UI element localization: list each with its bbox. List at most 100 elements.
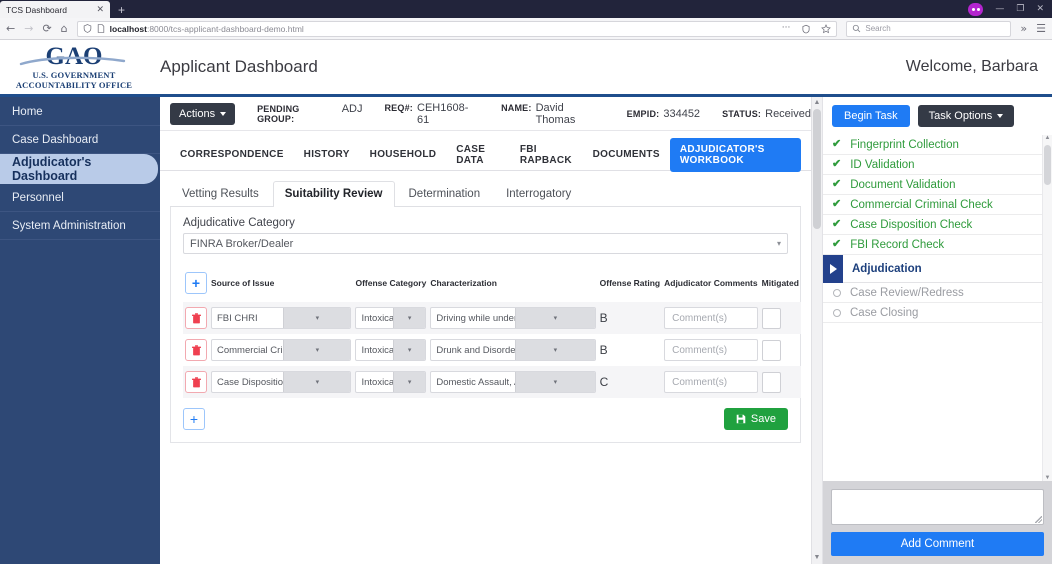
scrollbar-track[interactable] [812, 109, 822, 552]
reader-icon[interactable] [801, 24, 811, 34]
subtab-vetting-results[interactable]: Vetting Results [170, 181, 271, 206]
add-row-header: + [183, 268, 209, 302]
field-label: Pending Group: [257, 104, 300, 124]
adjudicator-comment-input[interactable]: Comment(s) [664, 307, 758, 329]
adjudicator-comment-input[interactable]: Comment(s) [664, 339, 758, 361]
scroll-up-icon[interactable]: ▲ [1043, 135, 1052, 141]
extension-mask-icon[interactable] [968, 2, 984, 16]
offense-category-select[interactable]: Intoxicants ▾ [355, 339, 427, 361]
task-item-document-validation[interactable]: ✔ Document Validation [823, 175, 1052, 195]
sidebar-item-home[interactable]: Home [0, 98, 160, 126]
check-icon: ✔ [832, 138, 842, 150]
circle-icon [833, 308, 841, 317]
delete-row-button[interactable] [185, 307, 207, 329]
source-of-issue-select[interactable]: Commercial Criminal Results ▾ [211, 339, 352, 361]
tab-case-data[interactable]: Case Data [446, 138, 510, 172]
window-controls: — ❐ ✕ [968, 0, 1052, 18]
scroll-down-icon[interactable]: ▼ [1043, 475, 1052, 481]
mitigated-checkbox[interactable] [761, 339, 781, 361]
circle-icon [833, 288, 841, 297]
scroll-up-icon[interactable]: ▲ [814, 97, 821, 109]
minimize-icon[interactable]: — [995, 4, 1004, 14]
delete-row-button[interactable] [185, 371, 207, 393]
mitigated-checkbox[interactable] [761, 371, 781, 393]
save-button[interactable]: Save [723, 408, 788, 430]
characterization-select[interactable]: Drunk and Disorderly ▾ [430, 339, 596, 361]
check-icon: ✔ [832, 198, 842, 210]
field-value: David Thomas [535, 101, 576, 126]
task-item-case-review-redress[interactable]: Case Review/Redress [823, 283, 1052, 303]
scrollbar-thumb[interactable] [813, 109, 821, 229]
row-delete-cell [183, 302, 209, 334]
more-icon[interactable]: ··· [782, 24, 791, 33]
delete-row-button[interactable] [185, 339, 207, 361]
bookmark-star-icon[interactable] [821, 23, 832, 34]
resize-handle[interactable] [1035, 516, 1042, 523]
browser-toolbar: ← → ⟳ ⌂ localhost:8000/tcs-applicant-das… [0, 18, 1052, 40]
tab-documents[interactable]: Documents [583, 143, 670, 166]
cell-characterization: Drunk and Disorderly ▾ [428, 334, 597, 366]
main-scrollbar[interactable]: ▲ ▼ [811, 97, 822, 564]
tab-history[interactable]: History [294, 143, 360, 166]
search-bar[interactable]: Search [846, 20, 1012, 37]
sidebar-item-case-dashboard[interactable]: Case Dashboard [0, 126, 160, 154]
offense-category-select[interactable]: Intoxicants ▾ [355, 371, 427, 393]
sidebar-item-personnel[interactable]: Personnel [0, 184, 160, 212]
scroll-down-icon[interactable]: ▼ [814, 552, 821, 564]
task-panel-scrollbar[interactable]: ▲ ▼ [1042, 135, 1052, 481]
subtab-suitability-review[interactable]: Suitability Review [272, 181, 395, 207]
close-window-icon[interactable]: ✕ [1036, 4, 1044, 14]
browser-tab[interactable]: TCS Dashboard ✕ [0, 1, 110, 18]
task-options-label: Task Options [928, 110, 993, 122]
actions-button[interactable]: Actions [170, 102, 236, 125]
source-of-issue-select[interactable]: Case Disposition Results ▾ [211, 371, 352, 393]
adjudicative-category-select[interactable]: FINRA Broker/Dealer ▾ [183, 233, 788, 254]
adjudicator-comment-input[interactable]: Comment(s) [664, 371, 758, 393]
characterization-select[interactable]: Driving while under the influence ▾ [430, 307, 596, 329]
add-comment-button[interactable]: Add Comment [831, 532, 1044, 556]
tab-fbi-rapback[interactable]: FBI Rapback [510, 138, 583, 172]
task-options-button[interactable]: Task Options [917, 105, 1015, 127]
task-item-adjudication[interactable]: Adjudication [823, 254, 1052, 283]
tab-adjudicators-workbook[interactable]: Adjudicator's Workbook [669, 137, 801, 172]
task-item-case-disposition-check[interactable]: ✔ Case Disposition Check [823, 215, 1052, 235]
tab-correspondence[interactable]: Correspondence [170, 143, 294, 166]
task-item-fbi-record-check[interactable]: ✔ FBI Record Check [823, 235, 1052, 255]
comment-textarea[interactable] [831, 489, 1044, 525]
subtab-determination[interactable]: Determination [397, 181, 493, 206]
offense-category-select[interactable]: Intoxicants ▾ [355, 307, 427, 329]
task-item-commercial-criminal-check[interactable]: ✔ Commercial Criminal Check [823, 195, 1052, 215]
task-item-fingerprint-collection[interactable]: ✔ Fingerprint Collection [823, 135, 1052, 155]
forward-icon[interactable]: → [24, 23, 33, 34]
maximize-icon[interactable]: ❐ [1016, 4, 1024, 14]
begin-task-button[interactable]: Begin Task [832, 105, 910, 127]
scrollbar-thumb[interactable] [1044, 145, 1051, 185]
new-tab-button[interactable]: + [110, 4, 133, 18]
task-item-case-closing[interactable]: Case Closing [823, 303, 1052, 323]
close-icon[interactable]: ✕ [96, 5, 104, 14]
add-row-button-bottom[interactable]: + [183, 408, 205, 430]
task-item-id-validation[interactable]: ✔ ID Validation [823, 155, 1052, 175]
play-triangle-icon [829, 263, 837, 274]
cell-adjudicator-comments: Comment(s) [662, 366, 760, 398]
address-bar[interactable]: localhost:8000/tcs-applicant-dashboard-d… [76, 20, 838, 37]
characterization-select[interactable]: Domestic Assault, Alcohol Charges ▾ [430, 371, 596, 393]
back-icon[interactable]: ← [6, 23, 15, 34]
mitigated-checkbox[interactable] [761, 307, 781, 329]
sidebar-item-system-administration[interactable]: System Administration [0, 212, 160, 240]
home-icon[interactable]: ⌂ [61, 23, 68, 34]
menu-icon[interactable]: ☰ [1036, 23, 1046, 34]
search-input[interactable]: Search [865, 24, 890, 33]
table-footer: + Save [183, 408, 788, 430]
sub-tab-bar: Vetting Results Suitability Review Deter… [170, 181, 801, 207]
overflow-icon[interactable]: » [1020, 23, 1027, 34]
cell-source-of-issue: Case Disposition Results ▾ [209, 366, 354, 398]
trash-icon [191, 344, 201, 355]
add-row-button[interactable]: + [185, 272, 207, 294]
sidebar-item-adjudicators-dashboard[interactable]: Adjudicator's Dashboard [0, 154, 158, 184]
tab-household[interactable]: Household [360, 143, 447, 166]
subtab-interrogatory[interactable]: Interrogatory [494, 181, 583, 206]
source-of-issue-select[interactable]: FBI CHRI ▾ [211, 307, 352, 329]
reload-icon[interactable]: ⟳ [42, 23, 51, 34]
column-characterization: Characterization [430, 278, 497, 288]
